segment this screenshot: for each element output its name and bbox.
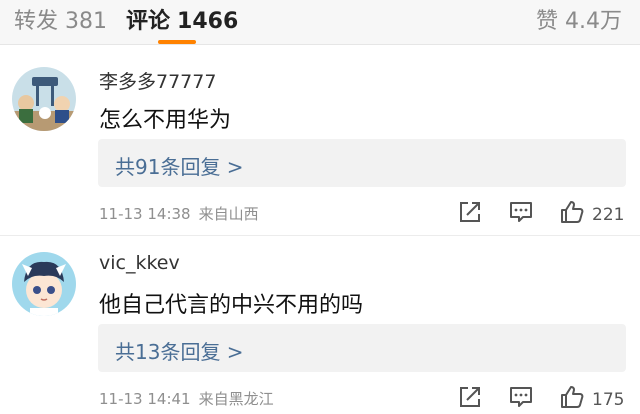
tab-comments[interactable]: 评论 1466 <box>126 9 238 35</box>
like-button[interactable] <box>559 384 585 414</box>
replies-box[interactable]: 共91条回复 > <box>98 139 626 187</box>
tab-repost-count: 381 <box>65 9 108 34</box>
tab-repost[interactable]: 转发 381 <box>14 9 107 35</box>
tab-repost-label: 转发 <box>14 9 59 34</box>
reply-button[interactable] <box>508 384 534 414</box>
comment-location: 来自山西 <box>198 205 259 223</box>
comment-text: 他自己代言的中兴不用的吗 <box>99 293 364 318</box>
reply-button[interactable] <box>508 199 534 229</box>
tab-likes-count: 4.4万 <box>565 9 622 34</box>
tab-likes[interactable]: 赞 4.4万 <box>536 9 622 35</box>
share-icon <box>460 387 480 407</box>
view-replies-link[interactable]: 共91条回复 > <box>115 151 244 180</box>
comment-time: 11-13 14:41 <box>99 390 191 408</box>
view-replies-link[interactable]: 共13条回复 > <box>115 336 244 365</box>
share-button[interactable] <box>457 384 483 414</box>
tab-comments-label: 评论 <box>126 9 171 34</box>
active-tab-indicator <box>158 40 196 44</box>
comment-meta: 11-13 14:38 来自山西 <box>99 203 259 224</box>
share-icon <box>460 202 480 222</box>
reply-icon <box>510 202 532 222</box>
like-icon <box>561 386 584 408</box>
like-icon <box>561 201 584 223</box>
comment-text: 怎么不用华为 <box>99 108 232 133</box>
divider <box>0 235 640 236</box>
like-button[interactable] <box>559 199 585 229</box>
replies-box[interactable]: 共13条回复 > <box>98 324 626 372</box>
avatar-illustration-icon <box>12 67 76 131</box>
tab-bar: 转发 381 评论 1466 赞 4.4万 <box>0 0 640 45</box>
tab-likes-label: 赞 <box>535 9 558 34</box>
avatar[interactable] <box>12 67 76 131</box>
like-count: 175 <box>592 390 625 410</box>
comment-username[interactable]: vic_kkev <box>99 252 180 274</box>
comment-username[interactable]: 李多多77777 <box>99 67 216 94</box>
avatar-illustration-icon <box>12 252 76 316</box>
avatar[interactable] <box>12 252 76 316</box>
like-count: 221 <box>592 205 625 225</box>
reply-icon <box>510 387 532 407</box>
tab-comments-count: 1466 <box>177 9 239 34</box>
share-button[interactable] <box>457 199 483 229</box>
comment-meta: 11-13 14:41 来自黑龙江 <box>99 388 274 409</box>
comment-location: 来自黑龙江 <box>198 390 274 408</box>
comment-time: 11-13 14:38 <box>99 205 191 223</box>
